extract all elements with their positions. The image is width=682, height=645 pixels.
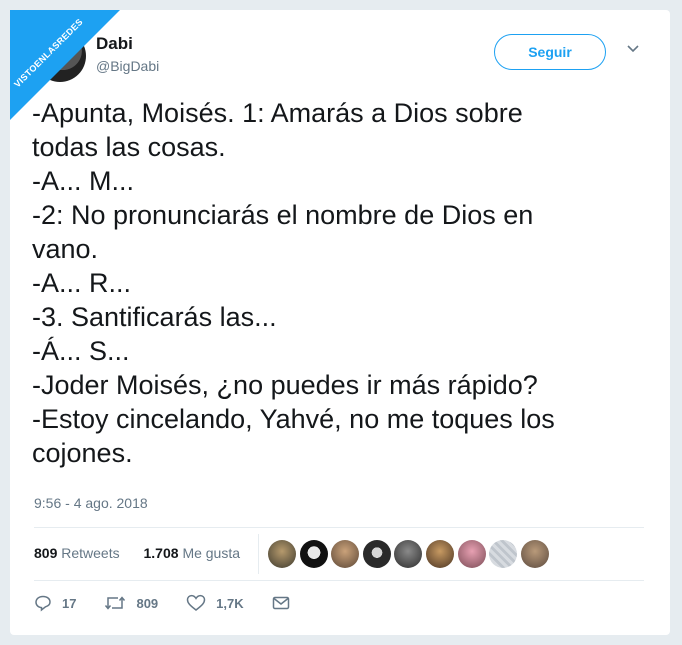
engagement-stats: 809 Retweets 1.708 Me gusta — [34, 545, 260, 561]
tweet-line: vano. — [32, 234, 99, 264]
liker-avatar[interactable] — [362, 540, 391, 568]
divider — [34, 527, 644, 528]
tweet-line: cojones. — [32, 438, 133, 468]
like-action[interactable]: 1,7K — [186, 594, 244, 612]
retweet-icon — [105, 596, 126, 610]
divider — [34, 580, 644, 581]
liker-avatar[interactable] — [299, 540, 328, 568]
liker-avatar[interactable] — [457, 540, 486, 568]
tweet-line: -Á... S... — [32, 336, 130, 366]
stats-divider — [258, 534, 259, 574]
retweets-count: 809 — [34, 545, 58, 561]
likes-stat[interactable]: 1.708 Me gusta — [144, 545, 251, 561]
message-icon — [272, 596, 289, 610]
follow-button[interactable]: Seguir — [494, 34, 606, 70]
watermark-corner — [10, 10, 120, 120]
likes-label: Me gusta — [182, 545, 241, 561]
heart-icon — [186, 594, 206, 611]
liker-avatar[interactable] — [268, 540, 296, 568]
likes-count: 1.708 — [143, 545, 179, 561]
tweet-line: -3. Santificarás las... — [32, 302, 277, 332]
action-bar: 17 809 1,7K — [34, 594, 328, 612]
reply-count: 17 — [62, 595, 77, 611]
message-action[interactable] — [272, 595, 300, 611]
retweets-stat[interactable]: 809 Retweets — [34, 545, 130, 561]
liker-avatar[interactable] — [394, 540, 423, 568]
liker-avatars — [268, 540, 552, 568]
like-count: 1,7K — [216, 595, 244, 611]
retweet-action[interactable]: 809 — [104, 595, 158, 611]
tweet-line: -Apunta, Moisés. 1: Amarás a Dios sobre — [32, 98, 523, 128]
reply-action[interactable]: 17 — [34, 594, 76, 612]
reply-icon — [35, 595, 51, 612]
tweet-line: -2: No pronunciarás el nombre de Dios en — [32, 200, 534, 230]
tweet-line: -A... R... — [32, 268, 132, 298]
liker-avatar[interactable] — [520, 540, 549, 568]
tweet-line: -A... M... — [32, 166, 135, 196]
tweet-line: todas las cosas. — [32, 132, 226, 162]
tweet-line: -Estoy cincelando, Yahvé, no me toques l… — [32, 404, 555, 434]
timestamp[interactable]: 9:56 - 4 ago. 2018 — [34, 495, 148, 511]
tweet-line: -Joder Moisés, ¿no puedes ir más rápido? — [32, 370, 538, 400]
liker-avatar[interactable] — [425, 540, 454, 568]
liker-avatar[interactable] — [489, 540, 518, 568]
liker-avatar[interactable] — [331, 540, 360, 568]
retweets-label: Retweets — [61, 545, 120, 561]
tweet-text: -Apunta, Moisés. 1: Amarás a Dios sobre … — [32, 96, 642, 470]
chevron-down-icon[interactable] — [626, 44, 640, 54]
retweet-count: 809 — [136, 595, 159, 611]
